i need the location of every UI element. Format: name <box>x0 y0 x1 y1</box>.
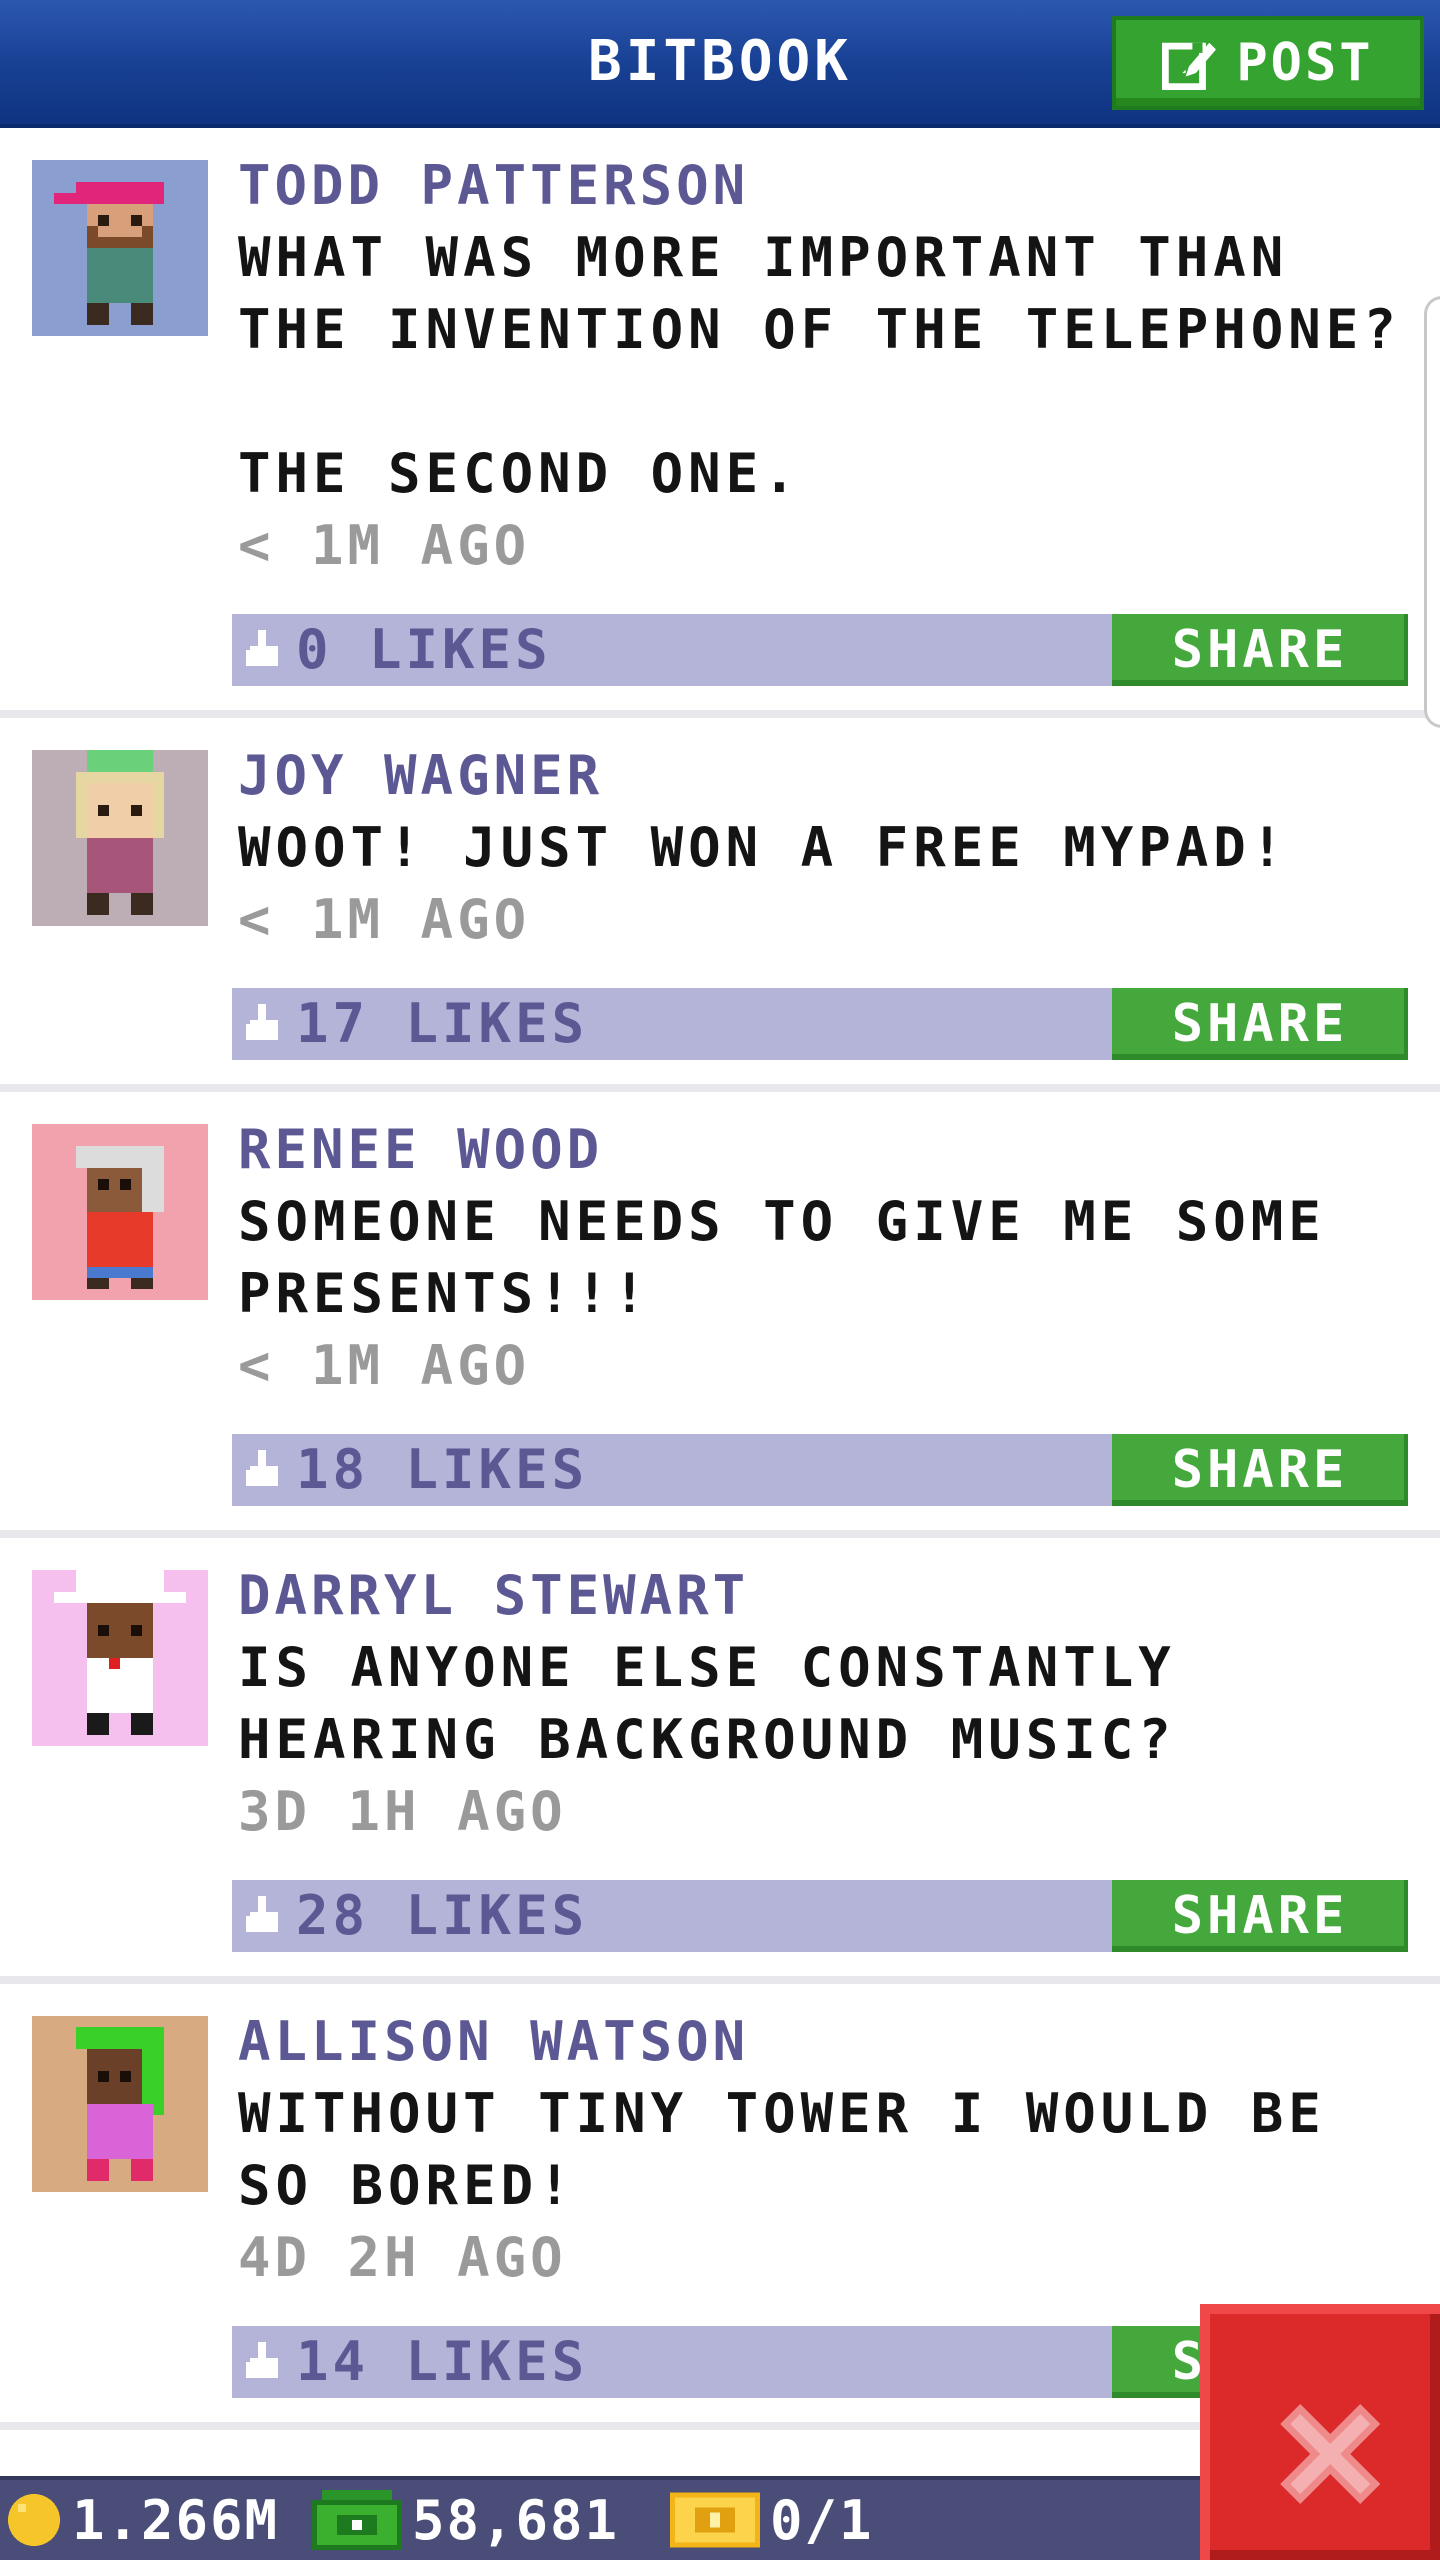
coins-value: 1.266M <box>72 2488 280 2552</box>
compose-icon <box>1162 42 1217 90</box>
bux-stat: 58,681 <box>312 2480 619 2560</box>
feed-post: JOY WAGNER WOOT! JUST WON A FREE MYPAD! … <box>0 718 1440 1092</box>
post-timestamp: < 1M AGO <box>238 1334 531 1397</box>
like-button[interactable]: 28 LIKES <box>246 1880 588 1952</box>
avatar[interactable] <box>32 1124 208 1300</box>
cash-icon <box>312 2490 402 2550</box>
post-message: WITHOUT TINY TOWER I WOULD BE SO BORED! <box>238 2082 1364 2217</box>
coin-icon <box>8 2494 60 2546</box>
tickets-stat: 0/1 <box>670 2480 874 2560</box>
like-button[interactable]: 0 LIKES <box>246 614 552 686</box>
post-message: IS ANYONE ELSE CONSTANTLY HEARING BACKGR… <box>238 1636 1214 1771</box>
post-author[interactable]: RENEE WOOD <box>238 1114 1410 1186</box>
feed-post: DARRYL STEWART IS ANYONE ELSE CONSTANTLY… <box>0 1538 1440 1984</box>
thumbs-up-icon <box>246 2342 278 2378</box>
likes-count: 14 LIKES <box>296 2330 589 2393</box>
thumbs-up-icon <box>246 1896 278 1932</box>
like-button[interactable]: 17 LIKES <box>246 988 588 1060</box>
thumbs-up-icon <box>246 1004 278 1040</box>
post-button[interactable]: POST <box>1112 16 1424 110</box>
avatar[interactable] <box>32 1570 208 1746</box>
post-message: SOMEONE NEEDS TO GIVE ME SOME PRESENTS!!… <box>238 1190 1364 1325</box>
share-button[interactable]: SHARE <box>1112 614 1408 686</box>
post-button-label: POST <box>1236 33 1374 93</box>
like-button[interactable]: 14 LIKES <box>246 2326 588 2398</box>
post-author[interactable]: DARRYL STEWART <box>238 1560 1410 1632</box>
bux-value: 58,681 <box>412 2488 620 2552</box>
share-button[interactable]: SHARE <box>1112 1880 1408 1952</box>
post-timestamp: < 1M AGO <box>238 888 531 951</box>
post-timestamp: 3D 1H AGO <box>238 1780 567 1843</box>
share-button[interactable]: SHARE <box>1112 988 1408 1060</box>
post-message: WHAT WAS MORE IMPORTANT THAN THE INVENTI… <box>238 226 1401 505</box>
top-bar: BITBOOK POST <box>0 0 1440 128</box>
likes-count: 18 LIKES <box>296 1438 589 1501</box>
like-button[interactable]: 18 LIKES <box>246 1434 588 1506</box>
post-action-bar: 18 LIKES SHARE <box>232 1434 1408 1506</box>
post-action-bar: 17 LIKES SHARE <box>232 988 1408 1060</box>
feed-list: TODD PATTERSON WHAT WAS MORE IMPORTANT T… <box>0 128 1440 2430</box>
avatar[interactable] <box>32 160 208 336</box>
post-action-bar: 0 LIKES SHARE <box>232 614 1408 686</box>
coins-stat: 1.266M <box>6 2480 279 2560</box>
likes-count: 28 LIKES <box>296 1884 589 1947</box>
share-button[interactable]: SHARE <box>1112 1434 1408 1506</box>
close-button[interactable] <box>1200 2304 1440 2560</box>
scroll-indicator[interactable] <box>1424 296 1440 728</box>
feed-post: TODD PATTERSON WHAT WAS MORE IMPORTANT T… <box>0 128 1440 718</box>
avatar[interactable] <box>32 2016 208 2192</box>
post-timestamp: 4D 2H AGO <box>238 2226 567 2289</box>
post-author[interactable]: TODD PATTERSON <box>238 150 1410 222</box>
avatar[interactable] <box>32 750 208 926</box>
post-timestamp: < 1M AGO <box>238 514 531 577</box>
feed-post: RENEE WOOD SOMEONE NEEDS TO GIVE ME SOME… <box>0 1092 1440 1538</box>
likes-count: 17 LIKES <box>296 992 589 1055</box>
post-action-bar: 28 LIKES SHARE <box>232 1880 1408 1952</box>
ticket-icon <box>670 2492 760 2548</box>
post-author[interactable]: JOY WAGNER <box>238 740 1410 812</box>
thumbs-up-icon <box>246 630 278 666</box>
likes-count: 0 LIKES <box>296 618 552 681</box>
post-author[interactable]: ALLISON WATSON <box>238 2006 1410 2078</box>
thumbs-up-icon <box>246 1450 278 1486</box>
tickets-value: 0/1 <box>770 2488 874 2552</box>
close-icon <box>1280 2404 1380 2504</box>
post-message: WOOT! JUST WON A FREE MYPAD! <box>238 816 1289 879</box>
